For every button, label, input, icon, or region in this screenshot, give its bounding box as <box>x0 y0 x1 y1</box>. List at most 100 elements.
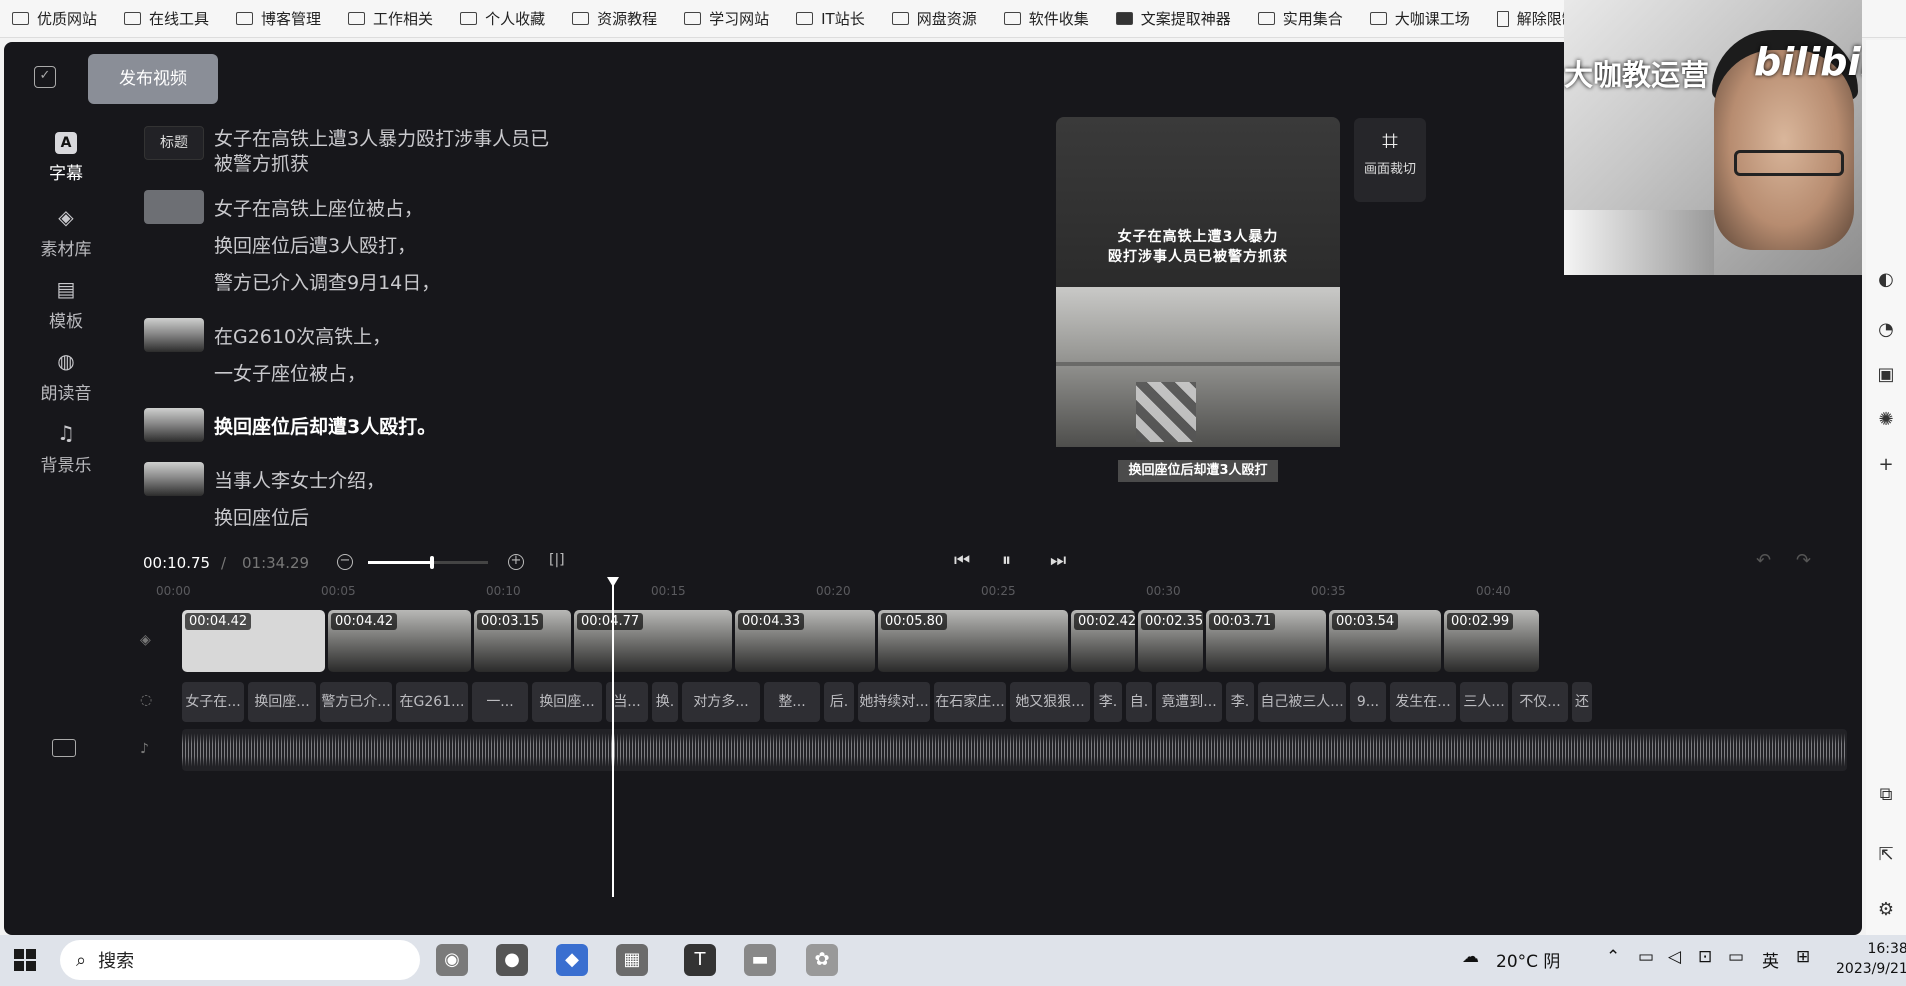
checklist-icon[interactable]: ✓ <box>34 66 56 88</box>
title-line-2[interactable]: 被警方抓获 <box>214 149 309 176</box>
bookmark-item[interactable]: 文案提取神器 <box>1115 8 1231 29</box>
text-clip[interactable]: 三人... <box>1460 682 1508 722</box>
sidebar-item[interactable]: A 字幕 <box>22 132 110 184</box>
settings-icon[interactable]: ⚙ <box>1876 900 1896 920</box>
sidebar-item[interactable]: ◍ 朗读音 <box>22 348 110 404</box>
script-line[interactable]: 一女子座位被占， <box>214 359 366 386</box>
text-clip[interactable]: 警方已介... <box>320 682 392 722</box>
taskbar-app-explorer[interactable]: ◆ <box>556 944 588 976</box>
text-clip[interactable]: 一... <box>472 682 528 722</box>
text-track[interactable]: 女子在... 换回座... 警方已介... 在G261... 一... 换回座... 当..… <box>182 682 1847 722</box>
text-clip[interactable]: 李. <box>1226 682 1254 722</box>
zoom-out-icon[interactable]: − <box>337 554 353 570</box>
sidebar-item[interactable]: ▤ 模板 <box>22 276 110 332</box>
video-clip[interactable]: 00:04.42 <box>182 610 325 672</box>
tray-chevron-icon[interactable]: ⌃ <box>1606 947 1620 967</box>
text-clip[interactable]: 9... <box>1350 682 1386 722</box>
script-line[interactable]: 在G2610次高铁上， <box>214 322 391 349</box>
video-clip[interactable]: 00:03.54 <box>1329 610 1441 672</box>
network-icon[interactable]: ▭ <box>1638 947 1654 967</box>
script-line[interactable]: 警方已介入调查9月14日， <box>214 268 440 295</box>
video-clip[interactable]: 00:02.42 <box>1071 610 1135 672</box>
bookmark-item[interactable]: 实用集合 <box>1257 8 1343 29</box>
display-icon[interactable]: ⊡ <box>1698 947 1712 967</box>
text-clip[interactable]: 女子在... <box>182 682 244 722</box>
bookmark-item[interactable]: 工作相关 <box>348 8 433 29</box>
open-external-icon[interactable]: ⇱ <box>1876 845 1896 865</box>
taskbar-app-flower[interactable]: ✿ <box>806 944 838 976</box>
timeline-ruler[interactable]: 00:00 00:05 00:10 00:15 00:20 00:25 00:30 00:35… <box>156 582 1836 602</box>
taskbar-search[interactable]: ⌕ 搜索 <box>60 940 420 980</box>
video-clip[interactable]: 00:04.77 <box>574 610 732 672</box>
pause-icon[interactable]: ⏸ <box>1002 550 1011 571</box>
script-line-active[interactable]: 换回座位后却遭3人殴打。 <box>214 412 436 439</box>
gear-flower-icon[interactable]: ✺ <box>1876 410 1896 430</box>
battery-icon[interactable]: ▭ <box>1728 947 1744 967</box>
windows-start-icon[interactable] <box>14 949 36 971</box>
ime-indicator[interactable]: 英 <box>1762 947 1779 972</box>
fit-timeline-button[interactable]: [|] <box>549 552 565 568</box>
bookmark-item[interactable]: 个人收藏 <box>460 8 545 29</box>
bookmark-item[interactable]: 博客管理 <box>236 8 321 29</box>
text-clip[interactable]: 换. <box>652 682 678 722</box>
text-clip[interactable]: 她又狠狠... <box>1010 682 1090 722</box>
undo-icon[interactable]: ↶ <box>1756 550 1771 571</box>
taskbar-app-text[interactable]: T <box>684 944 716 976</box>
weather-text[interactable]: 20°C 阴 <box>1496 947 1560 972</box>
clip-thumbnail[interactable] <box>144 190 204 224</box>
add-icon[interactable]: + <box>1876 455 1896 475</box>
weather-icon[interactable]: ☁ <box>1462 947 1479 967</box>
script-line[interactable]: 当事人李女士介绍， <box>214 466 385 493</box>
text-clip[interactable]: 整... <box>764 682 820 722</box>
circle-app-icon[interactable]: ◔ <box>1876 320 1896 340</box>
playhead[interactable] <box>612 582 614 897</box>
audio-track[interactable] <box>182 729 1847 771</box>
title-line-1[interactable]: 女子在高铁上遭3人暴力殴打涉事人员已 <box>214 124 549 151</box>
system-clock[interactable]: 16:38 2023/9/21 <box>1836 939 1906 979</box>
text-clip[interactable]: 不仅... <box>1512 682 1568 722</box>
script-line[interactable]: 换回座位后遭3人殴打， <box>214 231 416 258</box>
redo-icon[interactable]: ↷ <box>1796 550 1811 571</box>
taskbar-app-folder[interactable]: ▬ <box>744 944 776 976</box>
bookmark-item[interactable]: 资源教程 <box>572 8 657 29</box>
taskbar-app-record[interactable]: ● <box>496 944 528 976</box>
video-clip[interactable]: 00:04.42 <box>328 610 471 672</box>
text-clip[interactable]: 在石家庄... <box>934 682 1006 722</box>
skip-forward-icon[interactable]: ⏭ <box>1050 550 1066 571</box>
game-icon[interactable]: ▣ <box>1876 365 1896 385</box>
script-line[interactable]: 换回座位后 <box>214 503 309 530</box>
clip-thumbnail[interactable] <box>144 462 204 496</box>
bookmark-item[interactable]: 软件收集 <box>1003 8 1089 29</box>
text-clip[interactable]: 后. <box>824 682 854 722</box>
sidebar-item[interactable]: ◈ 素材库 <box>22 204 110 260</box>
script-line[interactable]: 女子在高铁上座位被占， <box>214 194 423 221</box>
search-icon[interactable]: ◐ <box>1876 270 1896 290</box>
bookmark-item[interactable]: 在线工具 <box>124 8 209 29</box>
video-clip[interactable]: 00:02.35 <box>1138 610 1203 672</box>
bookmark-item[interactable]: 网盘资源 <box>891 8 977 29</box>
text-clip[interactable]: 发生在... <box>1390 682 1456 722</box>
clip-thumbnail[interactable] <box>144 408 204 442</box>
ime-mode-icon[interactable]: ⊞ <box>1796 947 1810 967</box>
video-preview[interactable]: 女子在高铁上遭3人暴力 殴打涉事人员已被警方抓获 换回座位后却遭3人殴打 <box>1056 117 1340 587</box>
publish-video-button[interactable]: 发布视频 <box>88 54 218 104</box>
zoom-slider-handle[interactable] <box>429 556 434 569</box>
text-clip[interactable]: 在G261... <box>396 682 468 722</box>
bookmark-item[interactable]: IT站长 <box>796 8 865 29</box>
volume-icon[interactable]: ◁ <box>1668 947 1681 967</box>
text-clip[interactable]: 李. <box>1094 682 1122 722</box>
video-clip[interactable]: 00:03.71 <box>1206 610 1326 672</box>
video-clip[interactable]: 00:04.33 <box>735 610 875 672</box>
video-clip[interactable]: 00:02.99 <box>1444 610 1539 672</box>
taskbar-app-store[interactable]: ▦ <box>616 944 648 976</box>
video-track[interactable]: 00:04.42 00:04.42 00:03.15 00:04.77 00:04.33… <box>182 610 1847 672</box>
video-clip[interactable]: 00:05.80 <box>878 610 1068 672</box>
skip-back-icon[interactable]: ⏮ <box>954 550 970 571</box>
subtitle-list-icon[interactable] <box>52 739 76 757</box>
text-clip[interactable]: 她持续对... <box>858 682 930 722</box>
text-clip[interactable]: 自己被三人... <box>1258 682 1346 722</box>
zoom-in-icon[interactable]: + <box>508 554 524 570</box>
text-clip[interactable]: 还 <box>1572 682 1592 722</box>
video-clip[interactable]: 00:03.15 <box>474 610 571 672</box>
bookmark-item[interactable]: 学习网站 <box>684 8 769 29</box>
